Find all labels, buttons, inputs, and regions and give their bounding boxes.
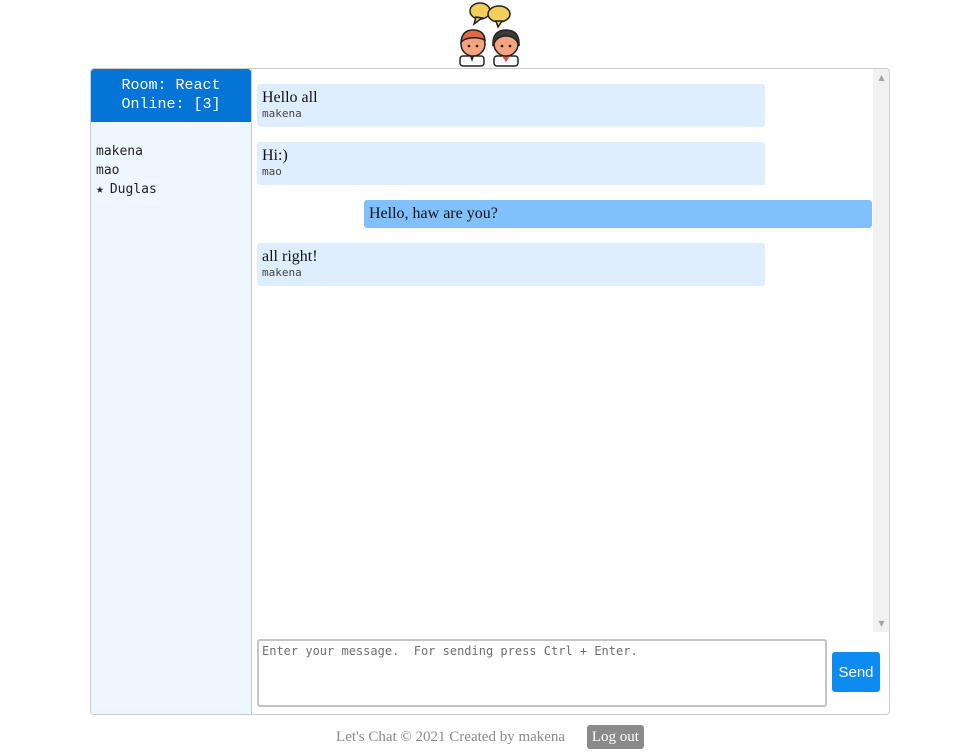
copyright-text: Let's Chat © 2021 Created by makena (336, 728, 566, 745)
star-icon: ★ (96, 182, 104, 197)
room-name: Room: React (121, 77, 221, 94)
message-text: Hello all (262, 89, 318, 106)
message-item: Hello all makena (257, 84, 765, 127)
online-count: Online: [3] (121, 96, 221, 113)
message-input[interactable] (257, 639, 827, 707)
sidebar: Room: React Online: [3] makena mao ★ Dugl… (91, 69, 252, 714)
footer: Let's Chat © 2021 Created by makena Log … (0, 723, 980, 749)
user-list: makena mao ★ Duglas (91, 122, 251, 199)
own-message-item: Hello, haw are you? (364, 200, 872, 228)
user-name: Duglas (109, 182, 157, 197)
message-item: Hi:) mao (257, 142, 765, 185)
message-author: mao (262, 165, 282, 178)
chat-app-window: Room: React Online: [3] makena mao ★ Dugl… (90, 68, 890, 715)
user-list-item: makena (96, 142, 251, 161)
message-author: makena (262, 266, 302, 279)
user-list-item: mao (96, 161, 251, 180)
logout-button[interactable]: Log out (586, 724, 644, 749)
chat-logo-icon (456, 0, 524, 68)
send-button[interactable]: Send (832, 652, 880, 692)
user-name: mao (96, 163, 120, 178)
scroll-up-arrow-icon[interactable]: ▲ (873, 69, 889, 86)
message-text: Hi:) (262, 147, 288, 164)
scroll-down-arrow-icon[interactable]: ▼ (873, 615, 889, 632)
user-name: makena (96, 144, 143, 159)
user-list-item: ★ Duglas (96, 180, 251, 199)
message-item: all right! makena (257, 243, 765, 286)
message-text: all right! (262, 248, 318, 265)
message-list: Hello all makena Hi:) mao Hello, haw are… (252, 69, 873, 632)
message-composer: Send (252, 632, 889, 714)
message-scrollbar[interactable]: ▲ ▼ (873, 69, 889, 632)
room-header: Room: React Online: [3] (91, 69, 251, 122)
message-text: Hello, haw are you? (369, 205, 498, 222)
message-author: makena (262, 107, 302, 120)
